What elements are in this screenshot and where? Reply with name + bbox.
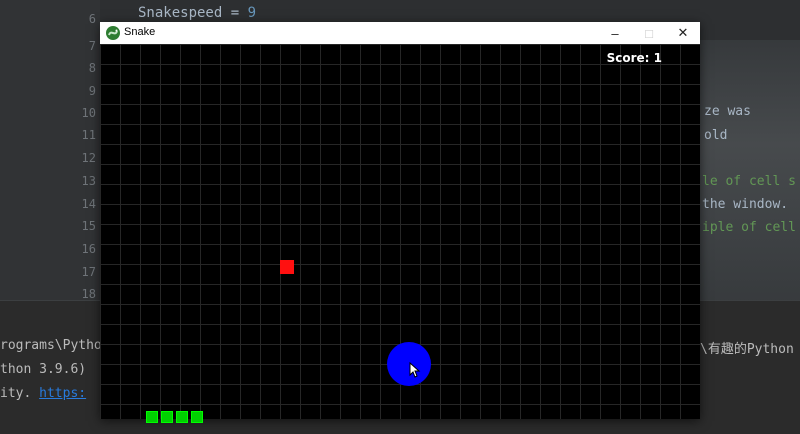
minimize-button[interactable]: – xyxy=(598,22,632,44)
snake-segment xyxy=(191,411,203,423)
snake-app-icon xyxy=(106,26,120,40)
code-fragment: ze was xyxy=(704,104,751,119)
code-line-snakespeed: Snakespeed = 9 xyxy=(138,5,256,21)
line-number: 10 xyxy=(81,106,96,120)
terminal-text: ity. xyxy=(0,386,40,401)
line-number: 6 xyxy=(88,12,96,26)
close-button[interactable]: ✕ xyxy=(666,22,700,44)
line-number: 18 xyxy=(81,287,96,301)
terminal-line: thon 3.9.6) xyxy=(0,362,87,377)
line-number: 15 xyxy=(81,219,96,233)
code-number: 9 xyxy=(247,5,257,21)
game-canvas[interactable]: Score: 1 xyxy=(100,44,700,423)
code-operator: = xyxy=(222,5,248,21)
mouse-pointer-icon xyxy=(409,362,421,378)
terminal-line: \有趣的Python xyxy=(700,342,794,357)
background-scenery xyxy=(700,40,800,300)
line-number: 7 xyxy=(88,39,96,53)
terminal-link[interactable]: https: xyxy=(39,386,86,401)
snake-segment xyxy=(146,411,158,423)
snake-segment xyxy=(161,411,173,423)
line-number: 13 xyxy=(81,174,96,188)
line-number: 17 xyxy=(81,265,96,279)
window-title: Snake xyxy=(124,26,156,38)
score-label: Score: 1 xyxy=(606,51,662,65)
code-fragment: le of cell s xyxy=(702,174,796,189)
line-number: 12 xyxy=(81,151,96,165)
maximize-button[interactable]: □ xyxy=(632,22,666,44)
code-fragment: iple of cell xyxy=(702,220,796,235)
terminal-line: rograms\Pytho xyxy=(0,338,102,353)
snake-game-window[interactable]: Snake – □ ✕ Score: 1 xyxy=(100,22,700,423)
code-variable: Snakespeed xyxy=(138,5,223,21)
terminal-line: ity. https: xyxy=(0,386,86,401)
line-number: 11 xyxy=(81,128,96,142)
code-fragment: old xyxy=(704,128,728,143)
line-gutter: 6 7 8 9 10 11 12 13 14 15 16 17 18 xyxy=(0,0,100,301)
line-number: 9 xyxy=(88,84,96,98)
line-number: 8 xyxy=(88,61,96,75)
window-titlebar[interactable]: Snake – □ ✕ xyxy=(100,22,700,44)
code-fragment: the window. xyxy=(702,197,789,212)
line-number: 14 xyxy=(81,197,96,211)
food-pellet xyxy=(280,260,294,274)
snake-segment xyxy=(176,411,188,423)
line-number: 16 xyxy=(81,242,96,256)
